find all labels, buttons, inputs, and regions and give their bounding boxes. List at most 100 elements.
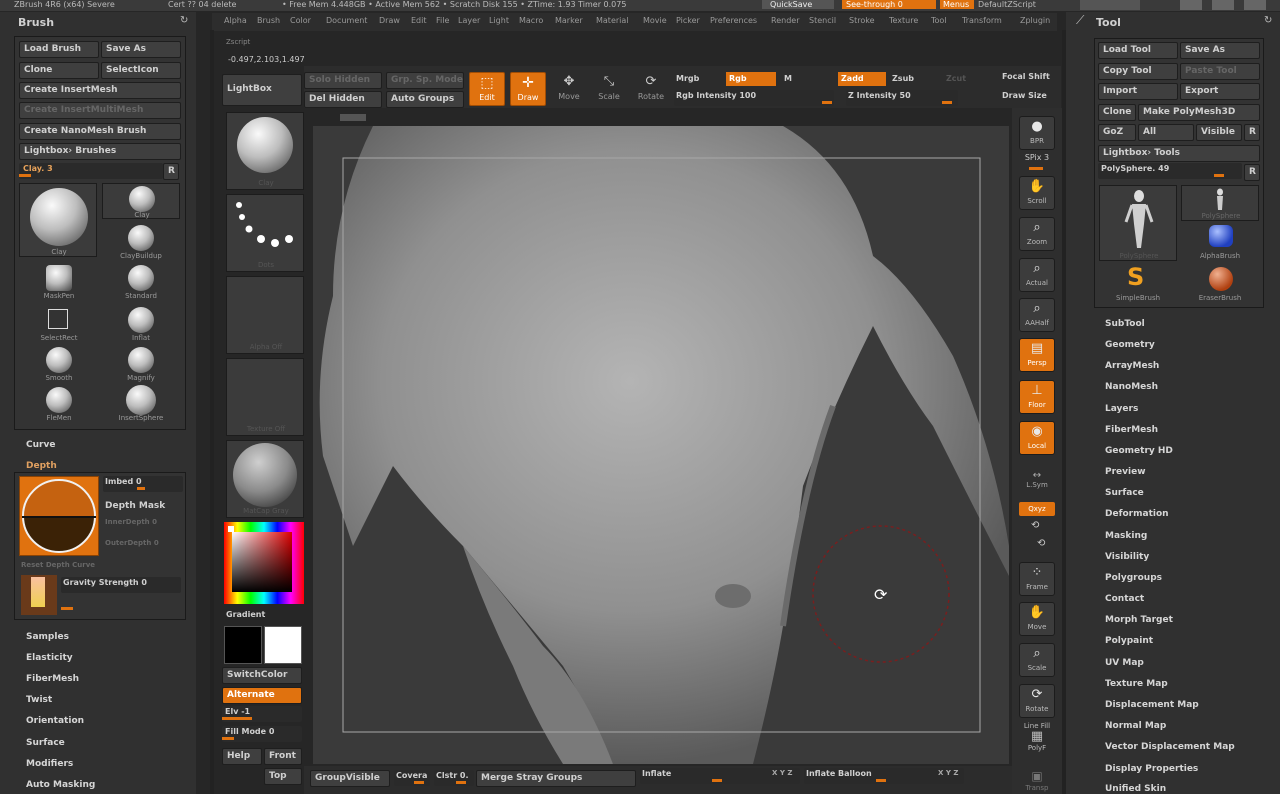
create-insertmesh-button[interactable]: Create InsertMesh [19,82,181,99]
pin-icon[interactable]: ⟋ [1076,13,1084,28]
floor-button[interactable]: ⊥ Floor [1019,380,1055,414]
y-rotate-icon[interactable]: ⟲ [1031,520,1039,531]
bpr-render-button[interactable]: ● BPR [1019,116,1055,150]
menu-macro[interactable]: Macro [519,16,543,25]
clstr-slider[interactable]: Clstr 0. [434,770,474,786]
maximize-icon[interactable] [1212,0,1234,10]
brush-thumb-magnify[interactable]: Magnify [115,347,167,385]
section-display-properties[interactable]: Display Properties [1105,764,1198,774]
menu-light[interactable]: Light [489,16,509,25]
default-zscript-button[interactable]: DefaultZScript [978,0,1052,9]
menu-layer[interactable]: Layer [458,16,480,25]
color-picker[interactable] [224,522,304,604]
menu-material[interactable]: Material [596,16,629,25]
auto-groups-button[interactable]: Auto Groups [386,91,464,108]
move-mode-button[interactable]: ✥ Move [551,72,587,106]
section-normal-map[interactable]: Normal Map [1105,721,1166,731]
switch-color-button[interactable]: SwitchColor [222,667,302,684]
fill-mode-slider[interactable]: Fill Mode 0 [222,726,302,742]
see-through-slider[interactable]: See-through 0 [842,0,936,9]
frame-button[interactable]: ⁘ Frame [1019,562,1055,596]
section-displacement-map[interactable]: Displacement Map [1105,700,1199,710]
tool-thumb-polysphere[interactable]: PolySphere [1181,185,1259,221]
m-button[interactable]: M [784,74,792,83]
load-brush-button[interactable]: Load Brush [19,41,99,58]
section-twist[interactable]: Twist [26,695,52,705]
menu-movie[interactable]: Movie [643,16,667,25]
secondary-color-swatch[interactable] [264,626,302,664]
zsub-button[interactable]: Zsub [892,74,914,83]
help-button[interactable]: Help [222,748,262,765]
section-orientation[interactable]: Orientation [26,716,84,726]
group-visible-button[interactable]: GroupVisible [310,770,390,787]
close-icon[interactable] [1244,0,1266,10]
outer-depth-label[interactable]: OuterDepth 0 [105,539,159,547]
refresh-icon[interactable]: ↻ [1264,15,1272,26]
tool-thumb-eraserbrush[interactable]: EraserBrush [1191,267,1249,305]
menu-edit[interactable]: Edit [411,16,427,25]
section-unified-skin[interactable]: Unified Skin [1105,784,1166,794]
scale-view-button[interactable]: ⌕ Scale [1019,643,1055,677]
draw-size-slider[interactable]: Draw Size [1002,91,1047,100]
clone-button[interactable]: Clone [19,62,99,79]
menu-file[interactable]: File [436,16,449,25]
mrgb-button[interactable]: Mrgb [676,74,699,83]
transp-button[interactable]: ▣ Transp [1019,768,1055,794]
depth-mask-label[interactable]: Depth Mask [105,501,165,511]
elv-slider[interactable]: Elv -1 [222,706,302,722]
brush-thumb-clay-large[interactable]: Clay [19,183,97,257]
import-button[interactable]: Import [1098,83,1178,100]
section-uv-map[interactable]: UV Map [1105,658,1144,668]
section-layers[interactable]: Layers [1105,404,1138,414]
section-tool-fibermesh[interactable]: FiberMesh [1105,425,1158,435]
z-intensity-slider[interactable]: Z Intensity 50 [846,90,958,106]
tool-thumb-current[interactable]: PolySphere [1099,185,1177,261]
z-rotate-icon[interactable]: ⟲ [1037,538,1045,549]
section-polypaint[interactable]: Polypaint [1105,636,1153,646]
inner-depth-label[interactable]: InnerDepth 0 [105,518,157,526]
scroll-button[interactable]: ✋ Scroll [1019,176,1055,210]
focal-shift-slider[interactable]: Focal Shift [1002,72,1050,81]
lsym-button[interactable]: ↔ L.Sym [1019,470,1055,494]
right-tray-divider[interactable] [1062,30,1066,794]
section-contact[interactable]: Contact [1105,594,1144,604]
inflate-slider[interactable]: Inflate X Y Z [640,768,800,784]
spix-slider[interactable]: SPix 3 [1019,153,1055,171]
brush-thumb-smooth[interactable]: Smooth [33,347,85,385]
paste-tool-button[interactable]: Paste Tool [1180,63,1260,80]
main-color-swatch[interactable] [224,626,262,664]
section-surface[interactable]: Surface [26,738,65,748]
rgb-button[interactable]: Rgb [726,72,776,86]
merge-stray-groups-button[interactable]: Merge Stray Groups [476,770,636,787]
zadd-button[interactable]: Zadd [838,72,886,86]
gravity-strength-slider[interactable]: Gravity Strength 0 [61,577,181,610]
visible-button[interactable]: Visible [1196,124,1242,141]
brush-thumb-selectrect[interactable]: SelectRect [33,307,85,345]
menus-button[interactable]: Menus [940,0,974,9]
menu-document[interactable]: Document [326,16,367,25]
tool-r-button[interactable]: R [1244,124,1260,141]
section-tool-surface[interactable]: Surface [1105,488,1144,498]
export-button[interactable]: Export [1180,83,1260,100]
zoom-button[interactable]: ⌕ Zoom [1019,217,1055,251]
brush-thumb-maskpen[interactable]: MaskPen [33,265,85,303]
section-samples[interactable]: Samples [26,632,69,642]
lightbox-tools-button[interactable]: Lightbox› Tools [1098,145,1260,162]
minimize-icon[interactable] [1180,0,1202,10]
current-tool-slider[interactable]: PolySphere. 49 [1098,163,1242,179]
section-fibermesh[interactable]: FiberMesh [26,674,79,684]
depth-gizmo[interactable] [19,476,99,556]
lightbox-button[interactable]: LightBox [222,74,302,106]
brush-thumb-standard[interactable]: Standard [115,265,167,303]
canvas-viewport[interactable]: ⟳ [313,126,1009,764]
all-button[interactable]: All [1138,124,1194,141]
section-preview[interactable]: Preview [1105,467,1146,477]
imbed-slider[interactable]: Imbed 0 [103,476,183,492]
coverage-slider[interactable]: Covera [394,770,430,786]
section-auto-masking[interactable]: Auto Masking [26,780,95,790]
front-button[interactable]: Front [264,748,302,765]
grp-split-button[interactable]: Grp. Sp. Mode [386,72,464,89]
actual-button[interactable]: ⌕ Actual [1019,258,1055,292]
aahalf-button[interactable]: ⌕ AAHalf [1019,298,1055,332]
rotate-view-button[interactable]: ⟳ Rotate [1019,684,1055,718]
